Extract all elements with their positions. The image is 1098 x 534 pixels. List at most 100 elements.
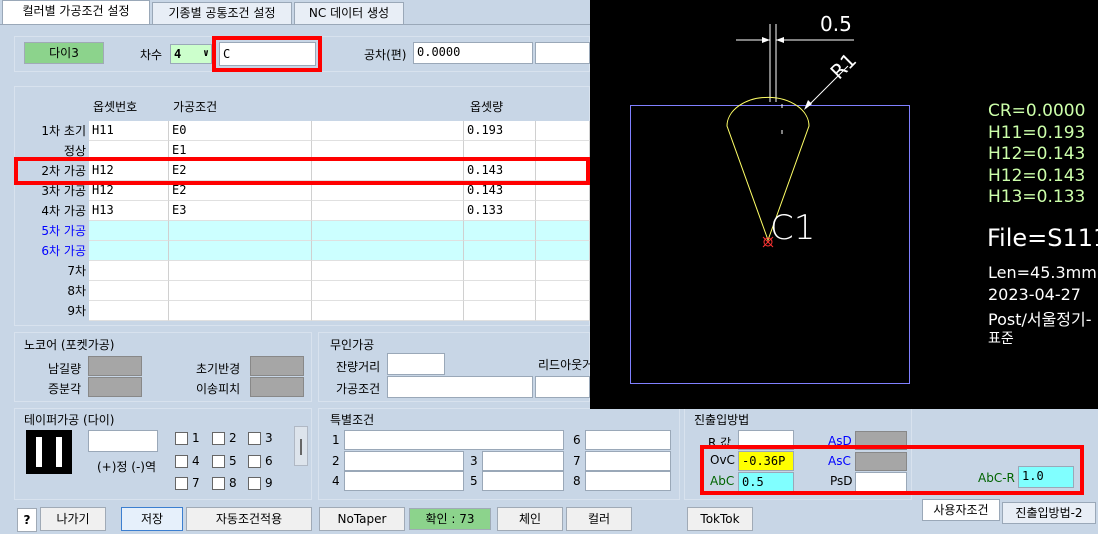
initial-radius-field[interactable]: [250, 356, 304, 376]
save-button[interactable]: 저장: [121, 507, 183, 531]
condition-cell[interactable]: [169, 301, 312, 321]
special-input[interactable]: [344, 451, 464, 471]
condition-cell[interactable]: E3: [169, 201, 312, 221]
remain-distance-input[interactable]: [387, 353, 445, 375]
special-number: 8: [573, 474, 581, 488]
taper-checkbox[interactable]: [212, 477, 225, 490]
condition-cell[interactable]: [169, 221, 312, 241]
tab-nc-data[interactable]: NC 데이터 생성: [294, 2, 404, 24]
special-input[interactable]: [482, 451, 564, 471]
special-input[interactable]: [585, 451, 671, 471]
taper-checkbox-label: 8: [229, 476, 237, 490]
condition-cell[interactable]: [169, 241, 312, 261]
blank-cell[interactable]: [312, 281, 464, 301]
special-input[interactable]: [585, 430, 671, 450]
blank-cell[interactable]: [312, 301, 464, 321]
unmanned-condition-input[interactable]: [387, 376, 533, 398]
cad-standard-line: 표준: [988, 331, 1014, 347]
dim-arrow-right: [776, 37, 784, 43]
extra-cell[interactable]: [536, 281, 590, 301]
exit-button[interactable]: 나가기: [40, 507, 106, 531]
remain-field[interactable]: [88, 356, 142, 376]
chain-button[interactable]: 체인: [497, 507, 563, 531]
offset-cell[interactable]: 0.133: [464, 201, 536, 221]
offset-no-cell[interactable]: [89, 221, 169, 241]
extra-cell[interactable]: [536, 221, 590, 241]
taper-checkbox-label: 7: [192, 476, 200, 490]
order-select[interactable]: 4 ∨: [170, 44, 212, 64]
cad-preview[interactable]: 0.5 R1 C1 CR=0.0000 H11=0.193 H12=0.143 H12…: [590, 0, 1098, 409]
order-label: 차수: [140, 48, 163, 62]
taper-scrollbar[interactable]: [294, 426, 308, 466]
offset-cell[interactable]: [464, 241, 536, 261]
blank-cell[interactable]: [312, 221, 464, 241]
taper-angle-input[interactable]: [88, 430, 158, 452]
unmanned-condition-input-2[interactable]: [535, 376, 590, 398]
extra-cell[interactable]: [536, 241, 590, 261]
lead-out-label: 리드아웃거: [538, 358, 594, 372]
offset-cell[interactable]: [464, 261, 536, 281]
offset-no-cell[interactable]: [89, 301, 169, 321]
special-input[interactable]: [344, 430, 564, 450]
blank-cell[interactable]: [312, 261, 464, 281]
tab-color-condition[interactable]: 컬러별 가공조건 설정: [2, 0, 150, 25]
cad-info-line: CR=0.0000: [988, 101, 1086, 121]
feed-pitch-field[interactable]: [250, 377, 304, 397]
taper-checkbox[interactable]: [175, 455, 188, 468]
blank-cell[interactable]: [312, 121, 464, 141]
extra-cell[interactable]: [536, 201, 590, 221]
auto-apply-button[interactable]: 자동조건적용: [186, 507, 312, 531]
taper-checkbox[interactable]: [248, 455, 261, 468]
blank-cell[interactable]: [312, 241, 464, 261]
tab-user-conditions[interactable]: 사용자조건: [922, 499, 1000, 521]
offset-no-cell[interactable]: H13: [89, 201, 169, 221]
condition-cell[interactable]: E0: [169, 121, 312, 141]
offset-cell[interactable]: [464, 301, 536, 321]
taper-checkbox-label: 1: [192, 431, 200, 445]
offset-cell[interactable]: [464, 221, 536, 241]
help-button[interactable]: ?: [17, 508, 37, 532]
taper-checkbox[interactable]: [212, 455, 225, 468]
taper-direction-label: (+)정 (-)역: [97, 460, 157, 474]
notaper-button[interactable]: NoTaper: [319, 507, 405, 531]
row-label: 6차 가공: [41, 244, 86, 258]
extra-cell[interactable]: [536, 121, 590, 141]
special-input[interactable]: [482, 471, 564, 491]
confirm-button[interactable]: 확인 : 73: [409, 508, 491, 530]
taper-checkbox[interactable]: [248, 477, 261, 490]
extra-cell[interactable]: [536, 301, 590, 321]
condition-cell[interactable]: [169, 261, 312, 281]
row-label: 9차: [67, 304, 86, 318]
color-button[interactable]: 컬러: [566, 507, 632, 531]
extra-cell[interactable]: [536, 261, 590, 281]
offset-no-cell[interactable]: [89, 241, 169, 261]
offset-no-cell[interactable]: H11: [89, 121, 169, 141]
special-input[interactable]: [344, 471, 464, 491]
toktok-button[interactable]: TokTok: [687, 507, 753, 531]
tolerance-input-2[interactable]: [535, 42, 590, 64]
taper-checkbox[interactable]: [212, 432, 225, 445]
special-input[interactable]: [585, 471, 671, 491]
offset-cell[interactable]: [464, 281, 536, 301]
tab-model-common[interactable]: 기종별 공통조건 설정: [152, 2, 292, 24]
taper-title: 테이퍼가공 (다이): [24, 413, 115, 427]
taper-checkbox[interactable]: [175, 432, 188, 445]
cad-info-line: H11=0.193: [988, 122, 1086, 143]
tolerance-input[interactable]: 0.0000: [413, 42, 533, 64]
increment-field[interactable]: [88, 377, 142, 397]
tab-approach-method-2[interactable]: 진출입방법-2: [1002, 502, 1096, 524]
condition-cell[interactable]: [169, 281, 312, 301]
taper-checkbox-label: 4: [192, 454, 200, 468]
shape-label: C1: [770, 208, 816, 248]
unmanned-title: 무인가공: [330, 338, 375, 352]
offset-no-cell[interactable]: [89, 281, 169, 301]
cad-info-line: H13=0.133: [988, 187, 1086, 207]
cad-info-line: H12=0.143: [988, 144, 1086, 164]
offset-cell[interactable]: 0.193: [464, 121, 536, 141]
highlight-box-row: [14, 157, 590, 185]
offset-no-cell[interactable]: [89, 261, 169, 281]
taper-checkbox[interactable]: [248, 432, 261, 445]
taper-checkbox[interactable]: [175, 477, 188, 490]
blank-cell[interactable]: [312, 201, 464, 221]
die-button[interactable]: 다이3: [24, 42, 104, 64]
